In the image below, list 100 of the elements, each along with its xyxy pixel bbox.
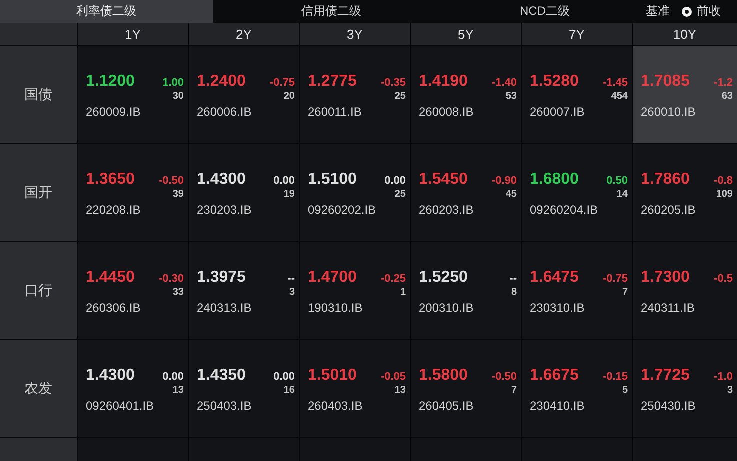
yield-value: 1.4300 [197,170,247,190]
yield-value: 1.4300 [86,366,136,386]
column-header: 1Y [78,23,188,45]
quote-cell[interactable]: 1.4300 0.00 19 230203.IB [189,144,299,241]
change-value: 0.00 [274,174,296,188]
quote-cell[interactable]: 1.2775 -0.35 25 260011.IB [300,46,410,143]
change-value: -0.75 [270,76,296,90]
change-value: -0.35 [380,76,407,90]
column-header: 2Y [189,23,299,45]
change-value: -0.8 [714,174,734,188]
bond-code: 260405.IB [419,398,475,412]
column-header: 5Y [411,23,521,45]
quote-cell[interactable]: 1.5100 0.00 25 09260202.IB [300,144,410,241]
quote-cell[interactable]: 1.3650 -0.50 39 220208.IB [78,144,188,241]
column-header: 7Y [522,23,632,45]
quote-cell[interactable]: 1.5010 -0.05 13 260403.IB [300,340,410,437]
bond-code: 250430.IB [641,398,697,412]
deal-count: 13 [394,384,407,396]
bond-code: 240311.IB [641,300,696,314]
change-value: -0.50 [158,174,185,188]
column-header: 10Y [633,23,737,45]
bond-code: 190310.IB [308,300,364,314]
change-value: -1.2 [714,76,734,90]
yield-value: 1.5250 [419,268,469,288]
quote-cell[interactable]: 1.5280 -1.45 454 260007.IB [522,46,632,143]
tab[interactable]: 利率债二级 [0,0,213,23]
quote-cell[interactable]: 1.7300 -0.5 240311.IB [633,242,737,339]
deal-count: 7 [622,286,629,298]
deal-count: 39 [172,188,185,200]
bond-code: 230310.IB [530,300,586,314]
bond-code: 09260401.IB [86,398,156,412]
deal-count: 63 [722,90,734,102]
quote-cell[interactable]: 1.4450 -0.30 33 260306.IB [78,242,188,339]
yield-value: 1.7860 [641,170,691,190]
bond-code: 260010.IB [641,104,697,118]
bond-code: 260007.IB [530,104,586,118]
yield-value: 1.5800 [419,366,469,386]
quote-cell[interactable]: 1.5450 -0.90 45 260203.IB [411,144,521,241]
deal-count: 25 [394,90,407,102]
quote-cell[interactable]: 1.5800 -0.50 7 260405.IB [411,340,521,437]
bond-code: 260306.IB [86,300,142,314]
basis-label: 基准 [646,3,670,20]
bond-code: 250403.IB [197,398,253,412]
row-header: 口行 [0,242,77,339]
deal-count: 109 [716,188,734,200]
yield-value: 1.6800 [530,170,580,190]
change-value: 0.00 [274,370,296,384]
deal-count: 3 [727,384,734,396]
change-value: -0.15 [602,370,629,384]
quote-cell[interactable]: 1.7860 -0.8 109 260205.IB [633,144,737,241]
deal-count: 45 [506,188,518,200]
quote-cell[interactable]: 1.1200 1.00 30 260009.IB [78,46,188,143]
quote-cell[interactable]: 1.6675 -0.15 5 230410.IB [522,340,632,437]
quote-cell[interactable]: 1.7725 -1.0 3 250430.IB [633,340,737,437]
yield-value: 1.3650 [86,170,136,190]
quote-cell[interactable]: 1.4300 0.00 13 09260401.IB [78,340,188,437]
change-value: -0.90 [492,174,518,188]
yield-value: 1.2400 [197,72,247,92]
change-value: -- [510,272,518,286]
change-value: 0.00 [162,370,185,384]
change-value: -- [288,272,296,286]
quote-cell[interactable]: 1.2400 -0.75 20 260006.IB [189,46,299,143]
radio-icon[interactable] [682,6,692,16]
row-header: 国债 [0,46,77,143]
change-value: -0.25 [380,272,407,286]
change-value: -0.75 [602,272,629,286]
yield-value: 1.5010 [308,366,358,386]
bond-code: 240313.IB [197,300,253,314]
deal-count: 3 [289,286,296,298]
deal-count: 20 [284,90,296,102]
change-value: -0.5 [714,272,734,286]
yield-value: 1.7725 [641,366,691,386]
bond-code: 230203.IB [197,202,253,216]
quote-cell[interactable]: 1.6800 0.50 14 09260204.IB [522,144,632,241]
deal-count: 454 [611,90,629,102]
quote-cell[interactable]: 1.7085 -1.2 63 260010.IB [633,46,737,143]
bond-code: 260203.IB [419,202,475,216]
change-value: -0.30 [158,272,185,286]
quote-cell[interactable]: 1.4700 -0.25 1 190310.IB [300,242,410,339]
yield-value: 1.4350 [197,366,247,386]
bond-code: 260011.IB [308,104,363,118]
change-value: -1.45 [602,76,629,90]
bond-code: 260006.IB [197,104,253,118]
deal-count: 5 [622,384,629,396]
change-value: 1.00 [162,76,185,90]
quote-cell[interactable]: 1.4190 -1.40 53 260008.IB [411,46,521,143]
quote-cell[interactable]: 1.6475 -0.75 7 230310.IB [522,242,632,339]
row-header: 国开 [0,144,77,241]
basis-radio[interactable]: 前收 [682,3,721,20]
yield-value: 1.2775 [308,72,358,92]
quote-cell[interactable]: 1.5250 -- 8 200310.IB [411,242,521,339]
bond-code: 260009.IB [86,104,142,118]
deal-count: 19 [284,188,296,200]
change-value: -1.40 [492,76,518,90]
change-value: -0.50 [492,370,518,384]
quote-cell[interactable]: 1.4350 0.00 16 250403.IB [189,340,299,437]
bond-code: 260205.IB [641,202,697,216]
bond-code: 260403.IB [308,398,364,412]
quote-cell[interactable]: 1.3975 -- 3 240313.IB [189,242,299,339]
yield-value: 1.3975 [197,268,247,288]
